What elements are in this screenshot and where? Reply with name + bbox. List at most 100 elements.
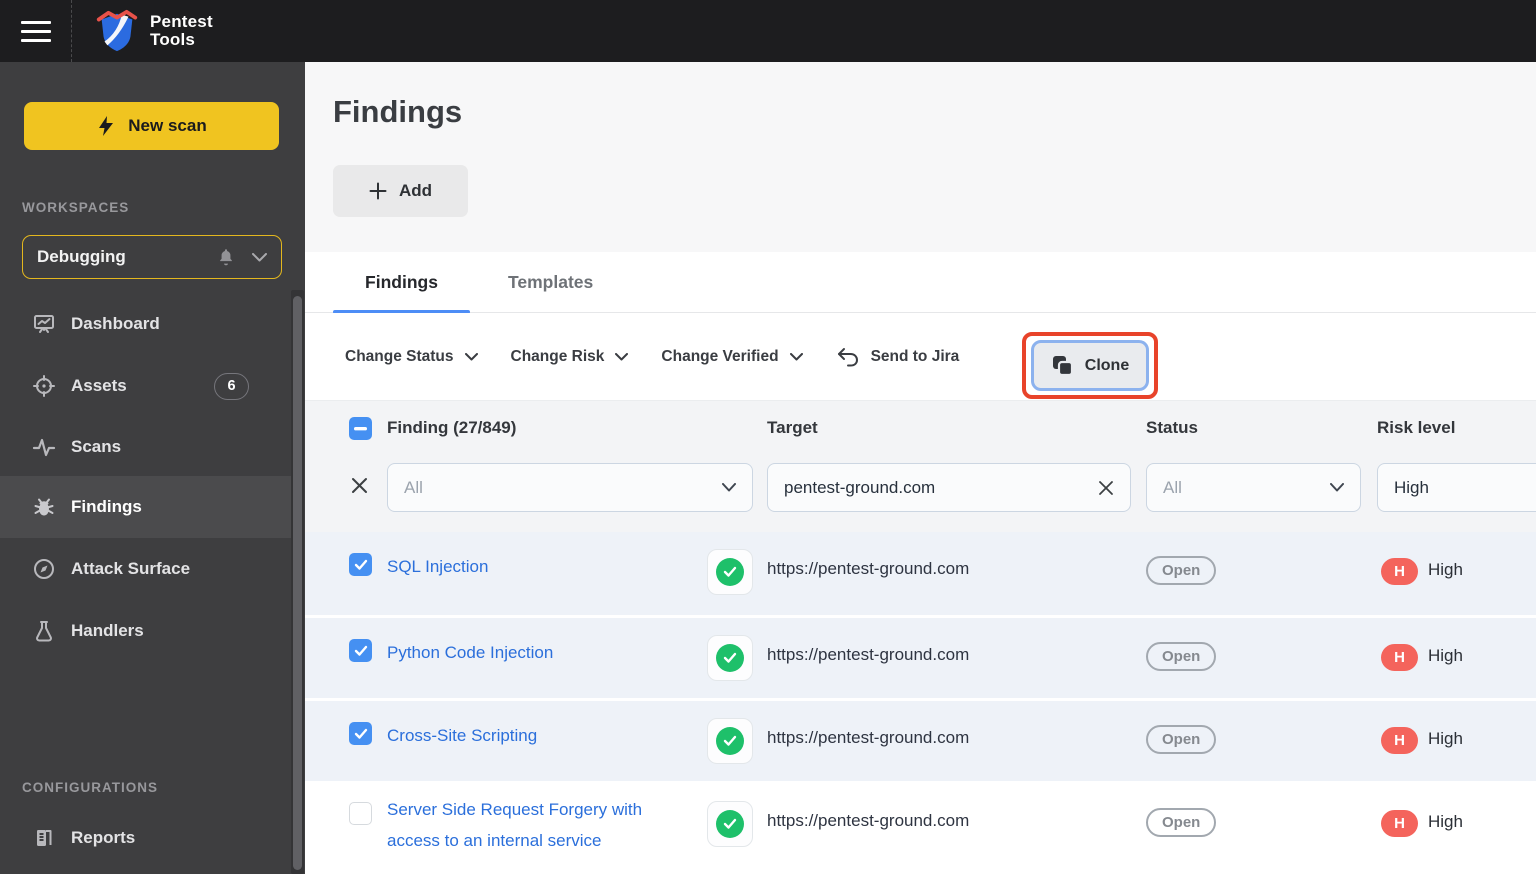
dashboard-icon [31,312,57,336]
indeterminate-minus-icon [354,426,367,431]
findings-table-body: SQL Injection https://pentest-ground.com… [305,532,1536,874]
tab-findings[interactable]: Findings [333,252,470,314]
activity-icon [31,435,57,459]
sidebar-scrollbar-thumb[interactable] [293,296,302,870]
sidebar-item-findings[interactable]: Findings [0,476,292,538]
hamburger-menu-button[interactable] [0,0,72,62]
verified-badge [707,801,753,847]
configurations-section-label: CONFIGURATIONS [22,780,158,795]
change-risk-button[interactable]: Change Risk [511,348,629,366]
sidebar-item-handlers[interactable]: Handlers [0,607,292,655]
sidebar-item-label: Reports [71,828,136,847]
target-url: https://pentest-ground.com [767,559,970,578]
target-filter-field[interactable] [767,463,1131,512]
change-risk-label: Change Risk [510,347,605,365]
table-row[interactable]: Cross-Site Scripting https://pentest-gro… [305,701,1536,781]
change-verified-button[interactable]: Change Verified [661,347,803,366]
tab-templates[interactable]: Templates [500,252,601,313]
verified-check-icon [716,558,744,586]
target-url: https://pentest-ground.com [767,728,970,747]
row-checkbox[interactable] [349,553,372,576]
clone-icon [1051,354,1074,377]
target-url: https://pentest-ground.com [767,645,970,664]
chevron-down-icon [615,352,629,361]
table-row[interactable]: SQL Injection https://pentest-ground.com… [305,532,1536,615]
verified-badge [707,635,753,681]
undo-arrow-icon [836,346,860,368]
target-icon [31,374,57,398]
table-header: Finding (27/849) Target Status Risk leve… [305,400,1536,532]
select-all-checkbox[interactable] [349,417,372,440]
chevron-down-icon [722,483,736,492]
sidebar-item-dashboard[interactable]: Dashboard [0,300,292,348]
sidebar-item-label: Assets [71,376,127,395]
clone-highlight-annotation: Clone [1022,332,1158,399]
sidebar-item-label: Findings [71,497,142,516]
risk-label: High [1428,560,1463,579]
row-checkbox[interactable] [349,722,372,745]
risk-filter-value: High [1394,477,1429,497]
row-checkbox[interactable] [349,802,372,825]
finding-link[interactable]: Server Side Request Forgery with access … [387,794,662,856]
clear-filters-button[interactable] [351,477,368,494]
sidebar-item-label: Scans [71,437,122,456]
risk-filter-dropdown[interactable]: High [1377,463,1536,512]
workspace-selector[interactable]: Debugging [22,235,282,279]
plus-icon [369,182,387,200]
chevron-down-icon [252,252,267,262]
sidebar-item-assets[interactable]: Assets 6 [0,362,292,410]
risk-high-icon: H [1381,644,1418,671]
top-bar: Pentest Tools [0,0,1536,62]
check-icon [354,645,368,657]
finding-link[interactable]: Cross-Site Scripting [387,720,662,751]
verified-check-icon [716,644,744,672]
status-badge[interactable]: Open [1146,725,1217,754]
table-row[interactable]: Server Side Request Forgery with access … [305,784,1536,874]
clear-target-filter-icon[interactable] [1098,480,1114,496]
column-header-target[interactable]: Target [767,418,818,438]
send-to-jira-button[interactable]: Send to Jira [836,346,959,368]
column-header-finding[interactable]: Finding (27/849) [387,418,516,438]
lightning-bolt-icon [96,115,116,137]
clone-label: Clone [1084,356,1130,374]
new-scan-label: New scan [128,116,207,135]
add-button[interactable]: Add [333,165,468,217]
sidebar-item-reports[interactable]: Reports [0,814,292,862]
new-scan-button[interactable]: New scan [24,102,279,150]
sidebar-scrollbar[interactable] [291,290,304,874]
risk-label: High [1428,812,1463,831]
main-content: Findings Add Findings Templates Change S… [305,62,1536,874]
target-filter-input[interactable] [784,477,1098,498]
column-header-risk-level[interactable]: Risk level [1377,418,1455,438]
finding-filter-dropdown[interactable]: All [387,463,753,512]
status-badge[interactable]: Open [1146,642,1217,671]
finding-link[interactable]: Python Code Injection [387,637,662,668]
status-filter-value: All [1163,477,1182,497]
change-verified-label: Change Verified [661,347,779,365]
workspaces-section-label: WORKSPACES [22,200,130,215]
sidebar-item-attack-surface[interactable]: Attack Surface [0,545,292,593]
column-header-status[interactable]: Status [1146,418,1198,438]
page-header: Findings Add [305,62,1536,252]
status-badge[interactable]: Open [1146,556,1217,585]
sidebar-item-label: Handlers [71,621,144,640]
risk-label: High [1428,729,1463,748]
status-badge[interactable]: Open [1146,808,1217,837]
finding-link[interactable]: SQL Injection [387,551,662,582]
bell-icon[interactable] [216,247,236,267]
clone-button[interactable]: Clone [1031,340,1149,391]
risk-high-icon: H [1381,810,1418,837]
table-row[interactable]: Python Code Injection https://pentest-gr… [305,618,1536,698]
chevron-down-icon [464,352,478,361]
change-status-button[interactable]: Change Status [345,348,478,366]
page-title: Findings [333,94,463,129]
sidebar-item-scans[interactable]: Scans [0,423,292,471]
workspace-name: Debugging [37,247,126,266]
bug-icon [31,495,57,519]
brand-logo[interactable]: Pentest Tools [94,8,213,54]
row-checkbox[interactable] [349,639,372,662]
status-filter-dropdown[interactable]: All [1146,463,1361,512]
assets-count-badge: 6 [214,372,249,400]
hamburger-icon [20,20,51,42]
check-icon [354,559,368,571]
